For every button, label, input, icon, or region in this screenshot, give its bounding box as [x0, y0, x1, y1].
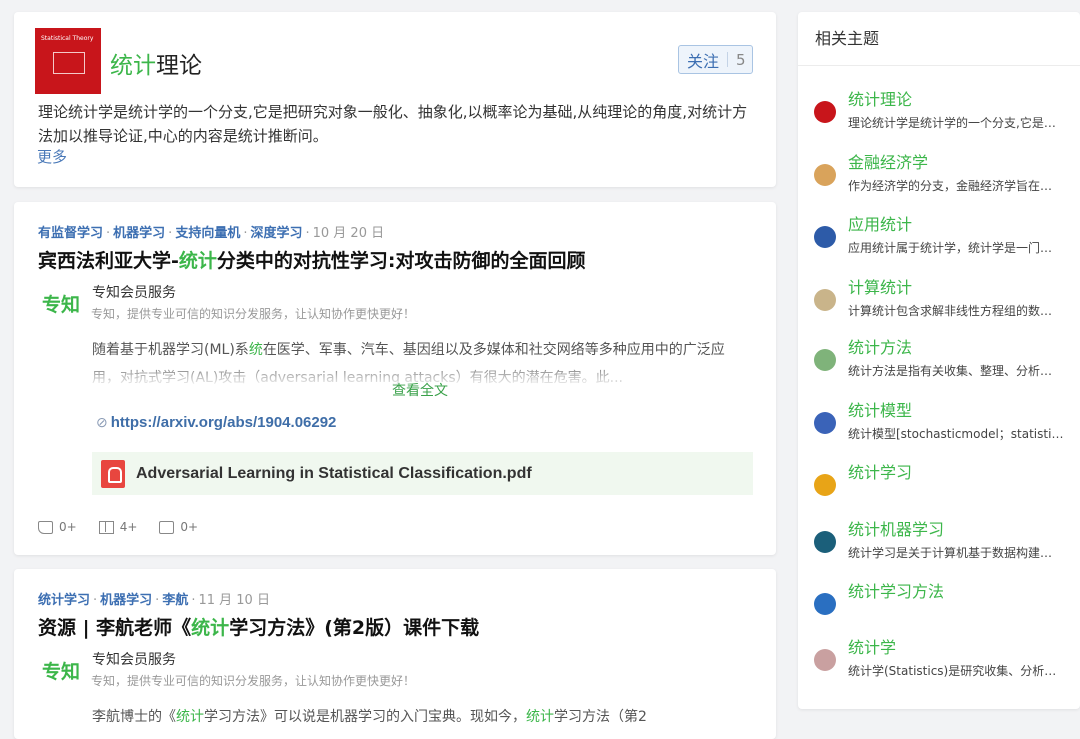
article-date: 11 月 10 日 [198, 593, 270, 608]
pdf-filename: Adversarial Learning in Statistical Clas… [136, 464, 532, 482]
topic-card: Statistical Theory 统计理论 关注 5 理论统计学是统计学的一… [14, 12, 776, 187]
topic-description: 理论统计学是统计学的一个分支,它是把研究对象一般化、抽象化,以概率论为基础,从纯… [38, 103, 748, 145]
related-topic-name[interactable]: 金融经济学 [848, 149, 928, 173]
related-topic-name[interactable]: 应用统计 [848, 211, 912, 235]
cover-title: Statistical Theory [41, 35, 94, 42]
tag-link[interactable]: 机器学习 [113, 226, 165, 241]
learning-icon [814, 474, 836, 496]
title-highlight: 统计 [110, 53, 156, 79]
follow-label: 关注 [687, 51, 720, 71]
related-topic-description: 统计学习是关于计算机基于数据构建概率统计模型 [848, 546, 1064, 560]
related-topic-description: 计算统计包含求解非线性方程组的数值方法 [848, 304, 1064, 318]
related-topic-description: 作为经济学的分支，金融经济学旨在研究金融市场 [848, 179, 1064, 193]
article-card: 统计学习 · 机器学习 · 李航 · 11 月 10 日 资源 | 李航老师《统计学习方法》… [14, 569, 776, 739]
related-topic-description: 统计方法是指有关收集、整理、分析和解释统计数据 [848, 364, 1064, 378]
article-card: 有监督学习 · 机器学习 · 支持向量机 · 深度学习 · 10 月 20 日 宾西法利亚大学-… [14, 202, 776, 555]
article-tags: 统计学习 · 机器学习 · 李航 · 11 月 10 日 [38, 593, 270, 608]
ml-icon [814, 531, 836, 553]
book-icon [814, 593, 836, 615]
read-count[interactable]: 4+ [98, 520, 137, 534]
related-topic-name[interactable]: 统计模型 [848, 397, 912, 421]
author-description: 专知，提供专业可信的知识分发服务，让认知协作更快更好！ [91, 674, 416, 688]
page-title: 统计理论 [110, 46, 202, 80]
tag-link[interactable]: 支持向量机 [175, 226, 240, 241]
article-title[interactable]: 资源 | 李航老师《统计学习方法》(第2版）课件下载 [38, 613, 479, 640]
tag-link[interactable]: 机器学习 [100, 593, 152, 608]
tag-link[interactable]: 深度学习 [250, 226, 302, 241]
pdf-attachment[interactable]: Adversarial Learning in Statistical Clas… [92, 452, 753, 495]
sidebar-divider [798, 65, 1080, 66]
topic-cover-image[interactable]: Statistical Theory [35, 28, 101, 94]
related-topic-description: 应用统计属于统计学，统计学是一门收集、整理和分析 [848, 241, 1064, 255]
related-topic-name[interactable]: 统计学习方法 [848, 578, 944, 602]
pdf-icon [101, 459, 125, 488]
related-topic-description: 统计学(Statistics)是研究收集、分析、解释和呈现数据的科学 [848, 664, 1064, 678]
external-link[interactable]: ⊘ https://arxiv.org/abs/1904.06292 [96, 414, 336, 431]
author-name[interactable]: 专知会员服务 [92, 282, 176, 302]
like-button[interactable]: 0+ [38, 520, 77, 534]
stats-icon [814, 649, 836, 671]
article-date: 10 月 20 日 [312, 226, 385, 241]
cover-frame [53, 52, 85, 74]
model-icon [814, 412, 836, 434]
book-open-icon [98, 520, 114, 534]
article-tags: 有监督学习 · 机器学习 · 支持向量机 · 深度学习 · 10 月 20 日 [38, 226, 385, 241]
title-rest: 理论 [156, 53, 202, 79]
related-topic-description: 理论统计学是统计学的一个分支,它是把研究对象一般化、抽象化 [848, 116, 1064, 130]
thumbs-up-icon [38, 520, 53, 534]
dots-icon [814, 349, 836, 371]
applied-stats-icon [814, 226, 836, 248]
article-actions: 0+ 4+ 0+ [38, 520, 220, 534]
related-topics-sidebar: 相关主题 统计理论理论统计学是统计学的一个分支,它是把研究对象一般化、抽象化金融… [798, 12, 1080, 709]
finance-icon [814, 164, 836, 186]
red-book-icon [814, 101, 836, 123]
author-description: 专知，提供专业可信的知识分发服务，让认知协作更快更好！ [91, 307, 416, 321]
article-title[interactable]: 宾西法利亚大学-统计分类中的对抗性学习:对攻击防御的全面回顾 [38, 246, 586, 273]
follower-count: 5 [736, 50, 746, 69]
related-topic-name[interactable]: 统计机器学习 [848, 516, 944, 540]
author-name[interactable]: 专知会员服务 [92, 649, 176, 669]
related-topic-name[interactable]: 计算统计 [848, 274, 912, 298]
tag-link[interactable]: 统计学习 [38, 593, 90, 608]
author-logo[interactable]: 专知 [42, 290, 80, 317]
comment-icon [159, 520, 175, 534]
related-topic-name[interactable]: 统计学 [848, 634, 896, 658]
computing-icon [814, 289, 836, 311]
related-topic-name[interactable]: 统计方法 [848, 334, 912, 358]
related-topic-name[interactable]: 统计理论 [848, 86, 912, 110]
related-topic-description: 统计模型[stochasticmodel；statistical model] [848, 427, 1064, 441]
article-excerpt: 李航博士的《统计学习方法》可以说是机器学习的入门宝典。现如今，统计学习方法（第2 [92, 709, 647, 725]
comment-button[interactable]: 0+ [159, 520, 198, 534]
tag-link[interactable]: 李航 [162, 593, 188, 608]
read-full-text-link[interactable]: 查看全文 [392, 380, 448, 400]
follow-divider [727, 52, 729, 67]
tag-link[interactable]: 有监督学习 [38, 226, 103, 241]
related-topic-name[interactable]: 统计学习 [848, 459, 912, 483]
more-link[interactable]: 更多 [37, 146, 67, 167]
author-logo[interactable]: 专知 [42, 657, 80, 684]
follow-button[interactable]: 关注 5 [678, 45, 753, 74]
link-icon: ⊘ [96, 414, 108, 430]
sidebar-title: 相关主题 [815, 29, 880, 48]
